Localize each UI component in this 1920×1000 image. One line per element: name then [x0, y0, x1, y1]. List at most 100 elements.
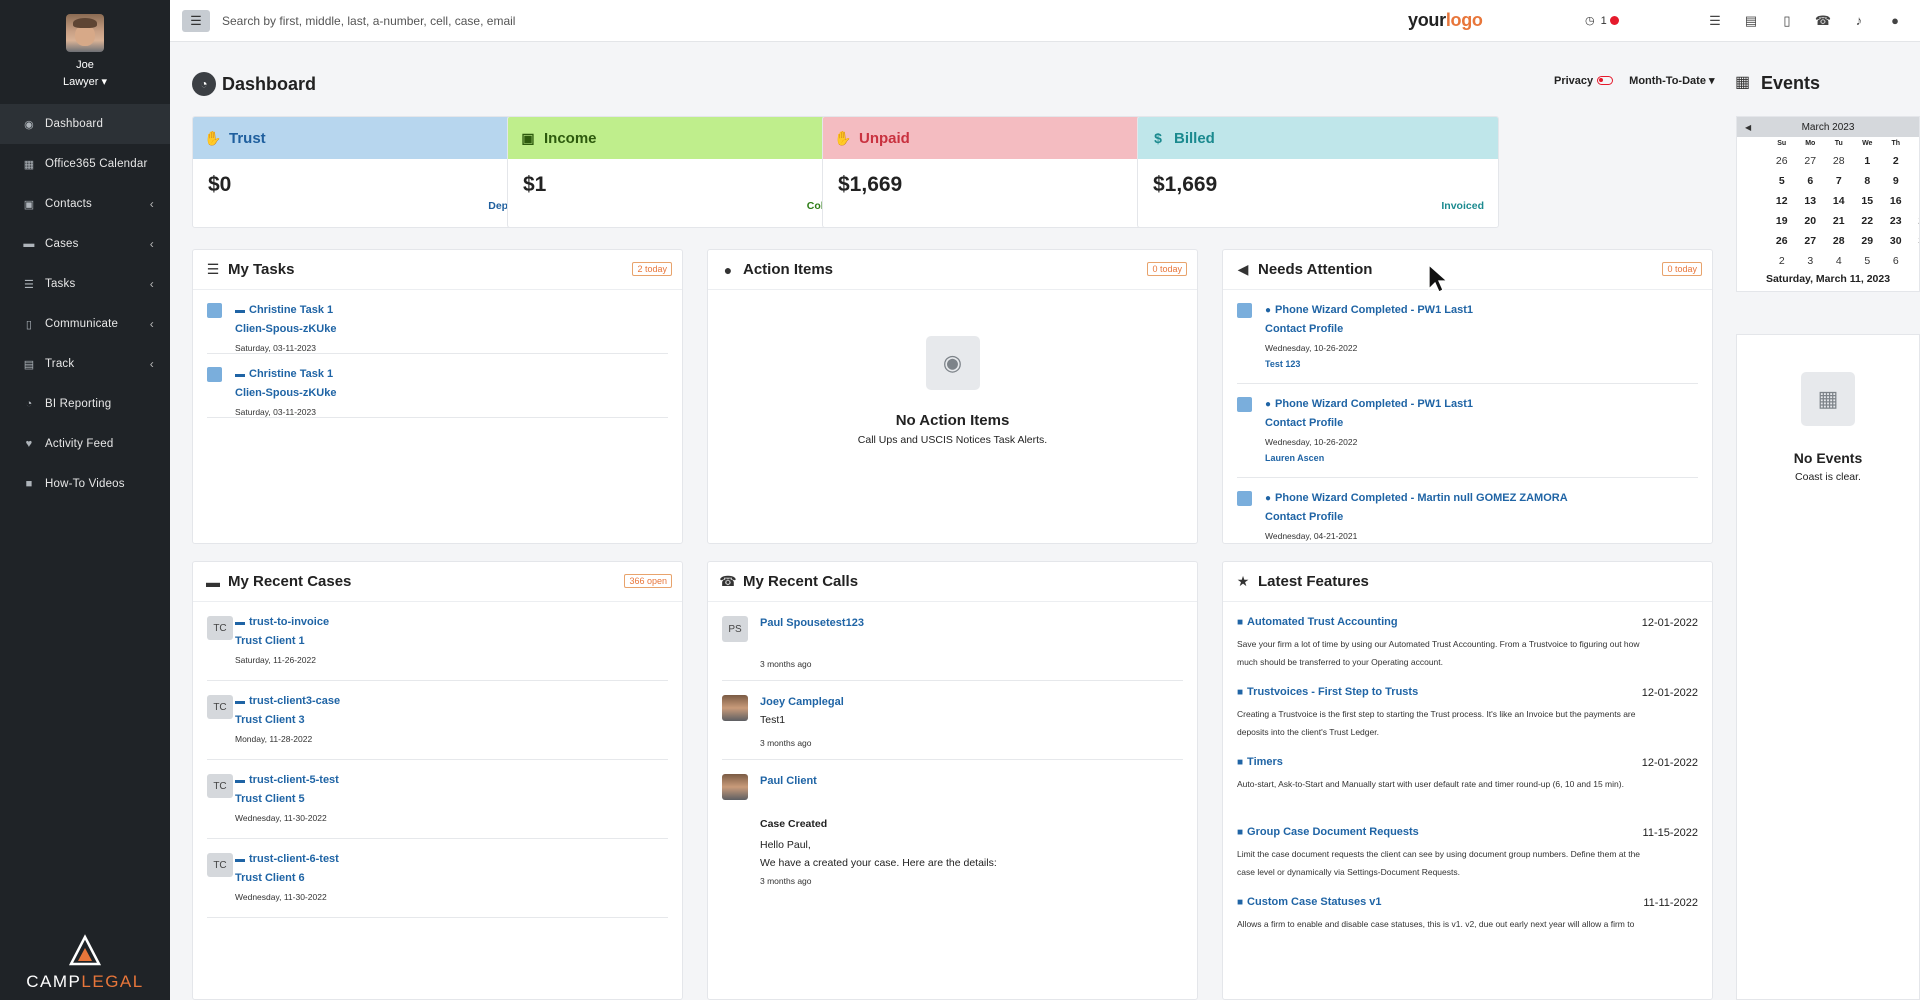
- hamburger-menu-button[interactable]: ☰: [182, 9, 210, 32]
- avatar[interactable]: [66, 14, 104, 52]
- contact-profile-link[interactable]: Contact Profile: [1265, 323, 1343, 335]
- calendar-day[interactable]: 10: [1910, 171, 1919, 191]
- case-item[interactable]: TC ▬ trust-client-5-test Trust Client 5 Wedn…: [207, 760, 668, 839]
- search-input[interactable]: [222, 8, 782, 33]
- stat-card-unpaid[interactable]: ✋Unpaid$1,669Due: [822, 116, 1184, 228]
- task-item[interactable]: ▬ Christine Task 1 Clien-Spous-zKUke Saturd…: [207, 354, 668, 418]
- attention-extra-link[interactable]: Lauren Ascen: [1265, 453, 1324, 463]
- case-name-link[interactable]: ▬ trust-client3-case: [235, 695, 340, 707]
- case-item[interactable]: TC ▬ trust-to-invoice Trust Client 1 Saturda…: [207, 602, 668, 681]
- calendar-day[interactable]: 31: [1910, 231, 1919, 251]
- feature-title-link[interactable]: ■ Group Case Document Requests: [1237, 826, 1419, 838]
- inbox-icon[interactable]: ▤: [1742, 12, 1760, 30]
- attention-item[interactable]: ● Phone Wizard Completed - PW1 Last1 Conta…: [1237, 290, 1698, 384]
- calendar-day[interactable]: 7: [1910, 251, 1919, 271]
- calendar-day[interactable]: 24: [1910, 211, 1919, 231]
- call-item[interactable]: PS Paul Spousetest123 3 months ago: [722, 602, 1183, 681]
- calendar-day[interactable]: 9: [1882, 171, 1911, 191]
- feature-title-link[interactable]: ■ Custom Case Statuses v1: [1237, 896, 1382, 908]
- call-item[interactable]: Paul Client Case Created Hello Paul, We …: [722, 760, 1183, 900]
- caller-name-link[interactable]: Paul Client: [760, 775, 817, 787]
- calendar-day[interactable]: 26: [1768, 151, 1797, 171]
- calendar-day[interactable]: 4: [1825, 251, 1854, 271]
- call-item[interactable]: Joey Camplegal Test1 3 months ago: [722, 681, 1183, 760]
- caller-name-link[interactable]: Paul Spousetest123: [760, 617, 864, 629]
- phone-call-icon[interactable]: ☎: [1814, 12, 1832, 30]
- calendar-day[interactable]: 16: [1882, 191, 1911, 211]
- calendar-day[interactable]: 5: [1853, 251, 1882, 271]
- calendar-day[interactable]: 19: [1768, 211, 1797, 231]
- case-client-link[interactable]: Trust Client 3: [235, 714, 305, 726]
- task-checkbox[interactable]: [207, 303, 222, 318]
- attention-checkbox[interactable]: [1237, 491, 1252, 506]
- attention-extra-link[interactable]: Test 123: [1265, 359, 1300, 369]
- calendar-day[interactable]: 22: [1853, 211, 1882, 231]
- calendar-day[interactable]: 8: [1853, 171, 1882, 191]
- calendar-day[interactable]: 12: [1768, 191, 1797, 211]
- attention-checkbox[interactable]: [1237, 303, 1252, 318]
- feature-item[interactable]: ■ Timers 12-01-2022 Auto-start, Ask-to-Star…: [1237, 746, 1698, 816]
- task-case-link[interactable]: Clien-Spous-zKUke: [235, 323, 336, 335]
- chat-icon[interactable]: ●: [1886, 12, 1904, 30]
- calendar-day[interactable]: 29: [1853, 231, 1882, 251]
- attention-item[interactable]: ● Phone Wizard Completed - Martin null GO…: [1237, 478, 1698, 543]
- calendar-day[interactable]: 14: [1825, 191, 1854, 211]
- calendar-day[interactable]: 6: [1796, 171, 1825, 191]
- calendar-day[interactable]: 13: [1796, 191, 1825, 211]
- feature-item[interactable]: ■ Custom Case Statuses v1 11-11-2022 Allows…: [1237, 886, 1698, 956]
- calendar-day[interactable]: 2: [1882, 151, 1911, 171]
- case-name-link[interactable]: ▬ trust-to-invoice: [235, 616, 329, 628]
- calendar-day[interactable]: 26: [1768, 231, 1797, 251]
- sidebar-item-how-to-videos[interactable]: ■ How-To Videos: [0, 464, 170, 504]
- action-items-count-badge[interactable]: 0 today: [1147, 262, 1187, 276]
- sidebar-item-bi-reporting[interactable]: ◔ BI Reporting: [0, 384, 170, 424]
- calendar-day[interactable]: 1: [1853, 151, 1882, 171]
- task-case-link[interactable]: Clien-Spous-zKUke: [235, 387, 336, 399]
- feature-item[interactable]: ■ Automated Trust Accounting 12-01-2022 Sav…: [1237, 606, 1698, 676]
- calendar-day[interactable]: 6: [1882, 251, 1911, 271]
- attention-checkbox[interactable]: [1237, 397, 1252, 412]
- calendar-day[interactable]: 3: [1910, 151, 1919, 171]
- sidebar-item-communicate[interactable]: ▯ Communicate ‹: [0, 304, 170, 344]
- attention-title-link[interactable]: ● Phone Wizard Completed - PW1 Last1: [1265, 304, 1473, 316]
- stat-card-income[interactable]: ▣Income$1Collected: [507, 116, 869, 228]
- sidebar-item-office365-calendar[interactable]: ▦ Office365 Calendar: [0, 144, 170, 184]
- prev-month-icon[interactable]: ◀: [1745, 123, 1751, 132]
- attention-title-link[interactable]: ● Phone Wizard Completed - PW1 Last1: [1265, 398, 1473, 410]
- task-title-link[interactable]: ▬ Christine Task 1: [235, 368, 333, 380]
- sidebar-item-contacts[interactable]: ▣ Contacts ‹: [0, 184, 170, 224]
- feature-item[interactable]: ■ Group Case Document Requests 11-15-2022 L…: [1237, 816, 1698, 886]
- calendar-day[interactable]: 17: [1910, 191, 1919, 211]
- open-cases-badge[interactable]: 366 open: [624, 574, 672, 588]
- calendar-day[interactable]: 15: [1853, 191, 1882, 211]
- feature-title-link[interactable]: ■ Automated Trust Accounting: [1237, 616, 1398, 628]
- user-role-dropdown[interactable]: Lawyer ▾: [0, 75, 170, 88]
- calendar-day[interactable]: 7: [1825, 171, 1854, 191]
- sidebar-item-track[interactable]: ▤ Track ‹: [0, 344, 170, 384]
- mobile-icon[interactable]: ▯: [1778, 12, 1796, 30]
- caller-name-link[interactable]: Joey Camplegal: [760, 696, 844, 708]
- calendar-day[interactable]: 27: [1796, 151, 1825, 171]
- date-range-dropdown[interactable]: Month-To-Date ▾: [1629, 74, 1714, 87]
- sidebar-item-activity-feed[interactable]: ♥ Activity Feed: [0, 424, 170, 464]
- sidebar-item-tasks[interactable]: ☰ Tasks ‹: [0, 264, 170, 304]
- feature-title-link[interactable]: ■ Trustvoices - First Step to Trusts: [1237, 686, 1418, 698]
- calendar-day[interactable]: 21: [1825, 211, 1854, 231]
- task-title-link[interactable]: ▬ Christine Task 1: [235, 304, 333, 316]
- feature-title-link[interactable]: ■ Timers: [1237, 756, 1283, 768]
- feature-item[interactable]: ■ Trustvoices - First Step to Trusts 12-01…: [1237, 676, 1698, 746]
- case-name-link[interactable]: ▬ trust-client-6-test: [235, 853, 339, 865]
- contact-profile-link[interactable]: Contact Profile: [1265, 417, 1343, 429]
- tasks-count-badge[interactable]: 2 today: [632, 262, 672, 276]
- stat-card-billed[interactable]: $ Billed $1,669 Invoiced: [1137, 116, 1499, 228]
- calendar-day[interactable]: 5: [1768, 171, 1797, 191]
- case-client-link[interactable]: Trust Client 1: [235, 635, 305, 647]
- stat-card-trust[interactable]: ✋Trust$0Deposited: [192, 116, 554, 228]
- sidebar-item-dashboard[interactable]: ◉ Dashboard: [0, 104, 170, 144]
- attention-item[interactable]: ● Phone Wizard Completed - PW1 Last1 Conta…: [1237, 384, 1698, 478]
- calendar-day[interactable]: 30: [1882, 231, 1911, 251]
- attention-title-link[interactable]: ● Phone Wizard Completed - Martin null GO…: [1265, 492, 1568, 504]
- contact-profile-link[interactable]: Contact Profile: [1265, 511, 1343, 523]
- calendar-day[interactable]: 23: [1882, 211, 1911, 231]
- calendar-day[interactable]: 28: [1825, 231, 1854, 251]
